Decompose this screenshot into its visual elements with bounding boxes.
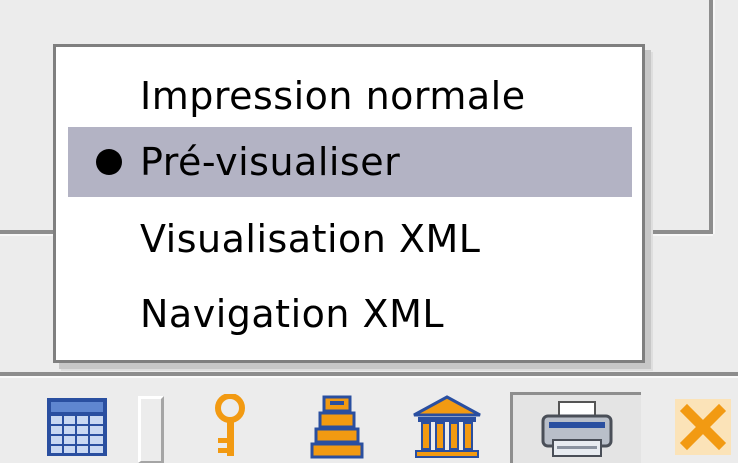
stacked-books-icon bbox=[310, 395, 364, 459]
menu-item-navigation-xml[interactable]: Navigation XML bbox=[68, 279, 632, 349]
menu-item-label: Impression normale bbox=[140, 74, 526, 118]
menu-item-label: Visualisation XML bbox=[140, 217, 481, 261]
menu-item-bullet-slot bbox=[68, 149, 140, 175]
toolbar-divider bbox=[138, 396, 164, 463]
menu-item-label: Navigation XML bbox=[140, 292, 445, 336]
calendar-button[interactable] bbox=[42, 392, 112, 462]
close-x-icon bbox=[675, 399, 731, 455]
library-building-icon bbox=[413, 395, 481, 458]
printer-icon bbox=[541, 401, 613, 457]
menu-item-pre-visualiser[interactable]: Pré-visualiser bbox=[68, 127, 632, 197]
window-frame-vertical bbox=[709, 0, 715, 234]
key-button[interactable] bbox=[200, 392, 260, 462]
menu-item-label: Pré-visualiser bbox=[140, 140, 401, 184]
books-button[interactable] bbox=[305, 392, 369, 462]
bottom-toolbar bbox=[0, 382, 738, 463]
library-button[interactable] bbox=[410, 392, 484, 462]
print-button[interactable] bbox=[510, 392, 641, 463]
menu-item-impression-normale[interactable]: Impression normale bbox=[68, 61, 632, 131]
close-button[interactable] bbox=[668, 392, 738, 462]
calendar-grid-icon bbox=[47, 398, 107, 456]
radio-bullet-icon bbox=[96, 149, 122, 175]
application-window: Impression normale Pré-visualiser Visual… bbox=[0, 0, 738, 463]
key-icon bbox=[215, 394, 245, 456]
toolbar-separator-line bbox=[0, 372, 738, 378]
print-mode-popup-menu: Impression normale Pré-visualiser Visual… bbox=[53, 44, 645, 363]
menu-item-visualisation-xml[interactable]: Visualisation XML bbox=[68, 204, 632, 274]
